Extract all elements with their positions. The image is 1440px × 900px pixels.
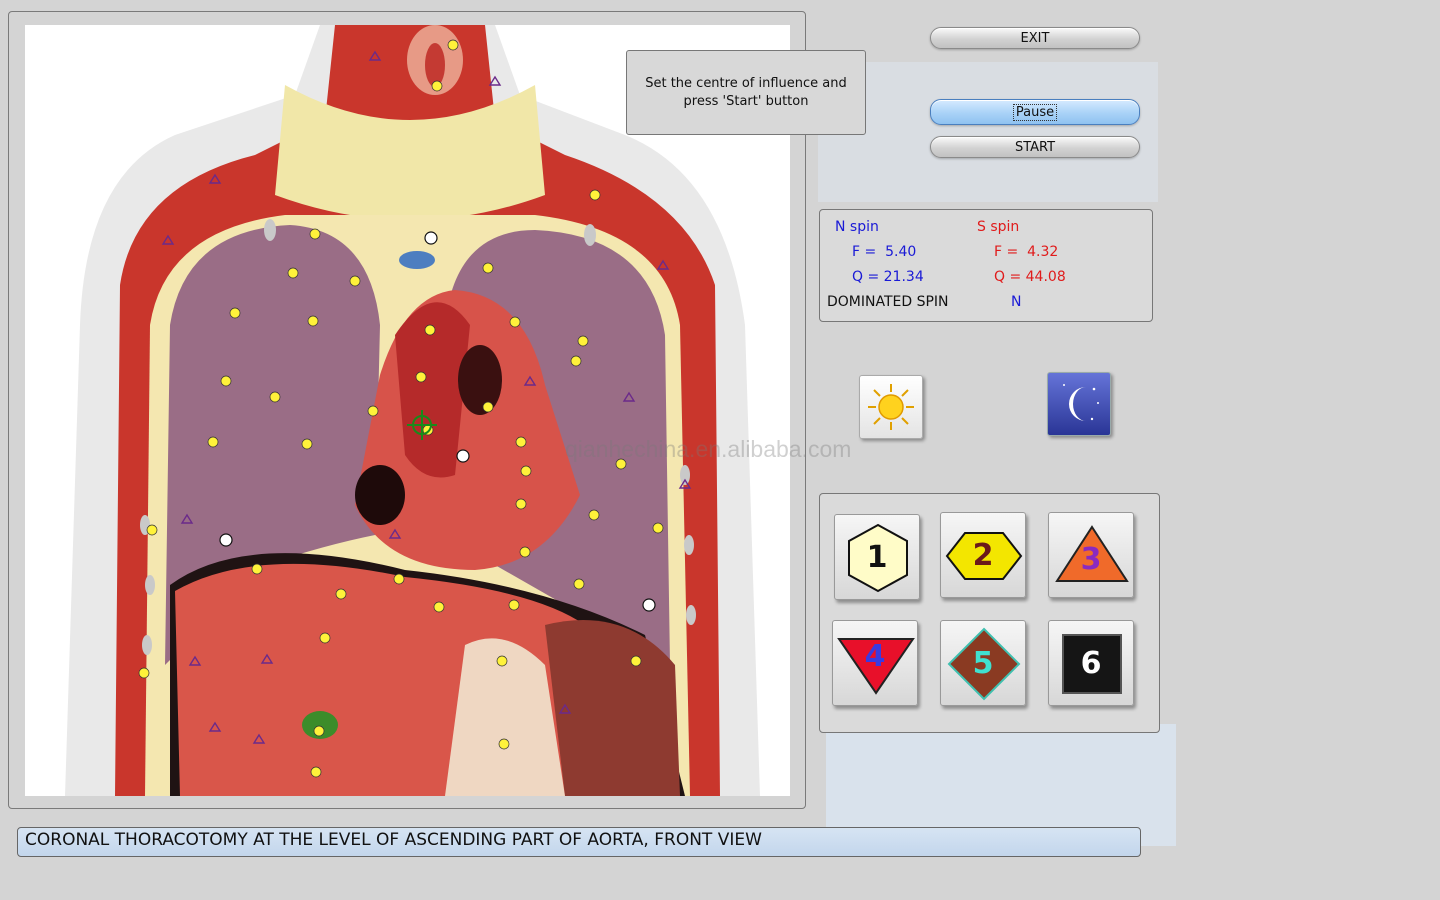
moon-button[interactable] <box>1047 372 1111 436</box>
n-spin-label: N spin <box>835 219 879 235</box>
n-spin-f: F = 5.40 <box>852 244 917 260</box>
anatomy-illustration <box>65 25 760 796</box>
shape-4-number: 4 <box>864 638 886 674</box>
shape-5-button[interactable]: 5 <box>940 620 1026 706</box>
shape-4-button[interactable]: 4 <box>832 620 918 706</box>
sun-button[interactable] <box>859 375 923 439</box>
shape-2-button[interactable]: 2 <box>940 512 1026 598</box>
spin-panel: N spin F = 5.40 Q = 21.34 S spin F = 4.3… <box>819 209 1153 322</box>
shape-6-number: 6 <box>1080 645 1102 681</box>
s-spin-label: S spin <box>977 219 1020 235</box>
shape-3-number: 3 <box>1080 541 1102 577</box>
start-button[interactable]: START <box>930 136 1140 158</box>
sun-icon <box>868 384 914 430</box>
shape-6-button[interactable]: 6 <box>1048 620 1134 706</box>
dominated-spin-label: DOMINATED SPIN <box>827 294 949 310</box>
shape-panel: 1 2 3 4 5 6 <box>819 493 1160 733</box>
start-label: START <box>1014 139 1056 155</box>
n-spin-q: Q = 21.34 <box>852 269 924 285</box>
exit-label: EXIT <box>1020 30 1050 46</box>
anatomy-image[interactable] <box>25 25 790 796</box>
shape-1-number: 1 <box>866 539 888 575</box>
pause-label: Pause <box>1012 103 1058 121</box>
caption-text: CORONAL THORACOTOMY AT THE LEVEL OF ASCE… <box>25 830 762 850</box>
exit-button[interactable]: EXIT <box>930 27 1140 49</box>
shape-1-button[interactable]: 1 <box>834 514 920 600</box>
panel-background <box>818 62 1158 202</box>
shape-5-number: 5 <box>972 645 994 681</box>
instruction-text: Set the centre of influence and press 'S… <box>645 75 847 109</box>
moon-icon <box>1063 384 1099 421</box>
shape-3-button[interactable]: 3 <box>1048 512 1134 598</box>
caption-bar: CORONAL THORACOTOMY AT THE LEVEL OF ASCE… <box>17 827 1141 857</box>
shape-2-number: 2 <box>972 537 994 573</box>
dominated-spin-value: N <box>1011 294 1022 310</box>
s-spin-f: F = 4.32 <box>994 244 1059 260</box>
pause-button[interactable]: Pause <box>930 99 1140 125</box>
s-spin-q: Q = 44.08 <box>994 269 1066 285</box>
instruction-box: Set the centre of influence and press 'S… <box>626 50 866 135</box>
